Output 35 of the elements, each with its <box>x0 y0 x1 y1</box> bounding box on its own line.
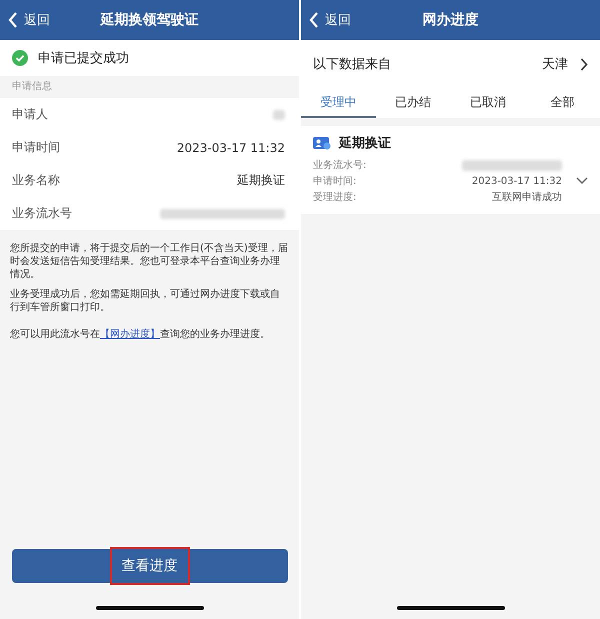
field-value: 互联网申请成功 <box>492 190 562 204</box>
field-label: 受理进度: <box>313 190 356 204</box>
back-button[interactable]: 返回 <box>301 11 359 29</box>
chevron-left-icon <box>8 12 18 28</box>
note-text: 您所提交的申请，将于提交后的一个工作日(不含当天)受理，届时会发送短信告知受理结果。您也可登录本平台查询业务办理情况。 <box>10 242 289 281</box>
nav-title: 延期换领驾驶证 <box>100 11 198 29</box>
field-value: 延期换证 <box>237 172 285 189</box>
field-label: 业务名称 <box>12 172 60 189</box>
field-label: 业务流水号 <box>12 205 72 222</box>
status-tab[interactable]: 受理中 <box>301 88 376 118</box>
status-message: 申请已提交成功 <box>38 50 129 67</box>
source-label: 以下数据来自 <box>313 56 391 73</box>
back-button[interactable]: 返回 <box>0 11 58 29</box>
note-text: 业务受理成功后，您如需延期回执，可通过网办进度下载或自行到车管所窗口打印。 <box>10 288 281 314</box>
application-card[interactable]: 延期换证 业务流水号: 申请时间: 2023-03-17 11:32 受理进度: 互联网申请成功 <box>301 126 600 214</box>
chevron-right-icon <box>580 58 588 70</box>
redacted-value <box>273 110 285 120</box>
source-value: 天津 <box>542 56 568 73</box>
field-value: 2023-03-17 11:32 <box>176 140 285 154</box>
note-text: 您可以用此流水号在【网办进度】查询您的业务办理进度。 <box>10 328 271 341</box>
status-tab[interactable]: 全部 <box>525 88 600 118</box>
status-tab[interactable]: 已办结 <box>376 88 450 118</box>
status-tab[interactable]: 已取消 <box>450 88 526 118</box>
nav-title: 网办进度 <box>422 11 478 29</box>
field-label: 申请时间: <box>313 174 356 188</box>
data-source-row[interactable]: 以下数据来自 天津 <box>301 40 600 88</box>
field-label: 申请人 <box>12 106 48 123</box>
progress-link[interactable]: 【网办进度】 <box>100 329 160 340</box>
id-card-icon <box>313 136 331 150</box>
view-progress-button[interactable]: 查看进度 <box>12 549 288 583</box>
field-label: 申请时间 <box>12 139 60 156</box>
field-label: 业务流水号: <box>313 158 366 172</box>
field-value: 2023-03-17 11:32 <box>472 176 562 186</box>
card-title: 延期换证 <box>339 135 391 152</box>
chevron-left-icon <box>309 12 319 28</box>
